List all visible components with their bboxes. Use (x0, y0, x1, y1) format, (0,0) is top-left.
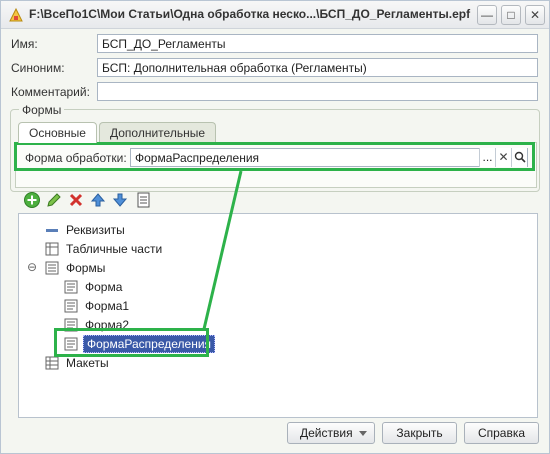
collapse-icon[interactable]: ⊖ (27, 260, 37, 274)
1c-app-icon (9, 7, 23, 22)
close-button[interactable]: Закрыть (382, 422, 457, 444)
delete-icon[interactable] (67, 191, 85, 209)
comment-label: Комментарий: (11, 85, 90, 99)
help-button[interactable]: Справка (464, 422, 539, 444)
table-icon (45, 242, 59, 256)
template-icon (45, 356, 59, 370)
chevron-down-icon (359, 431, 367, 436)
processing-properties-window: F:\ВсеПо1С\Мои Статьи\Одна обработка нес… (0, 0, 550, 454)
tab-additional[interactable]: Дополнительные (99, 122, 216, 143)
add-icon[interactable] (23, 191, 41, 209)
forms-group-title: Формы (19, 103, 65, 117)
forms-folder-icon (45, 261, 59, 275)
metadata-tree[interactable]: Реквизиты Табличные части ⊖ Формы Форма … (18, 213, 538, 418)
name-label: Имя: (11, 37, 38, 51)
edit-icon[interactable] (45, 191, 63, 209)
title-bar: F:\ВсеПо1С\Мои Статьи\Одна обработка нес… (1, 1, 549, 29)
actions-button[interactable]: Действия (287, 422, 375, 444)
highlight-selected-form (54, 328, 209, 357)
highlight-processing-form (14, 142, 535, 171)
attribute-icon (46, 229, 58, 232)
window-title: F:\ВсеПо1С\Мои Статьи\Одна обработка нес… (29, 7, 471, 21)
actions-label: Действия (300, 426, 353, 440)
synonym-label: Синоним: (11, 61, 65, 75)
list-icon[interactable] (135, 191, 153, 209)
maximize-icon: □ (507, 8, 515, 22)
comment-field[interactable] (97, 82, 538, 101)
minimize-icon: — (481, 8, 493, 22)
move-down-icon[interactable] (111, 191, 129, 209)
tab-main[interactable]: Основные (18, 122, 97, 143)
close-window-button[interactable]: ✕ (525, 5, 545, 25)
synonym-field[interactable]: БСП: Дополнительная обработка (Регламент… (97, 58, 538, 77)
form-icon (64, 299, 78, 313)
name-field[interactable]: БСП_ДО_Регламенты (97, 34, 538, 53)
move-up-icon[interactable] (89, 191, 107, 209)
form-icon (64, 280, 78, 294)
maximize-button[interactable]: □ (501, 5, 521, 25)
close-icon: ✕ (529, 8, 541, 22)
minimize-button[interactable]: — (477, 5, 497, 25)
